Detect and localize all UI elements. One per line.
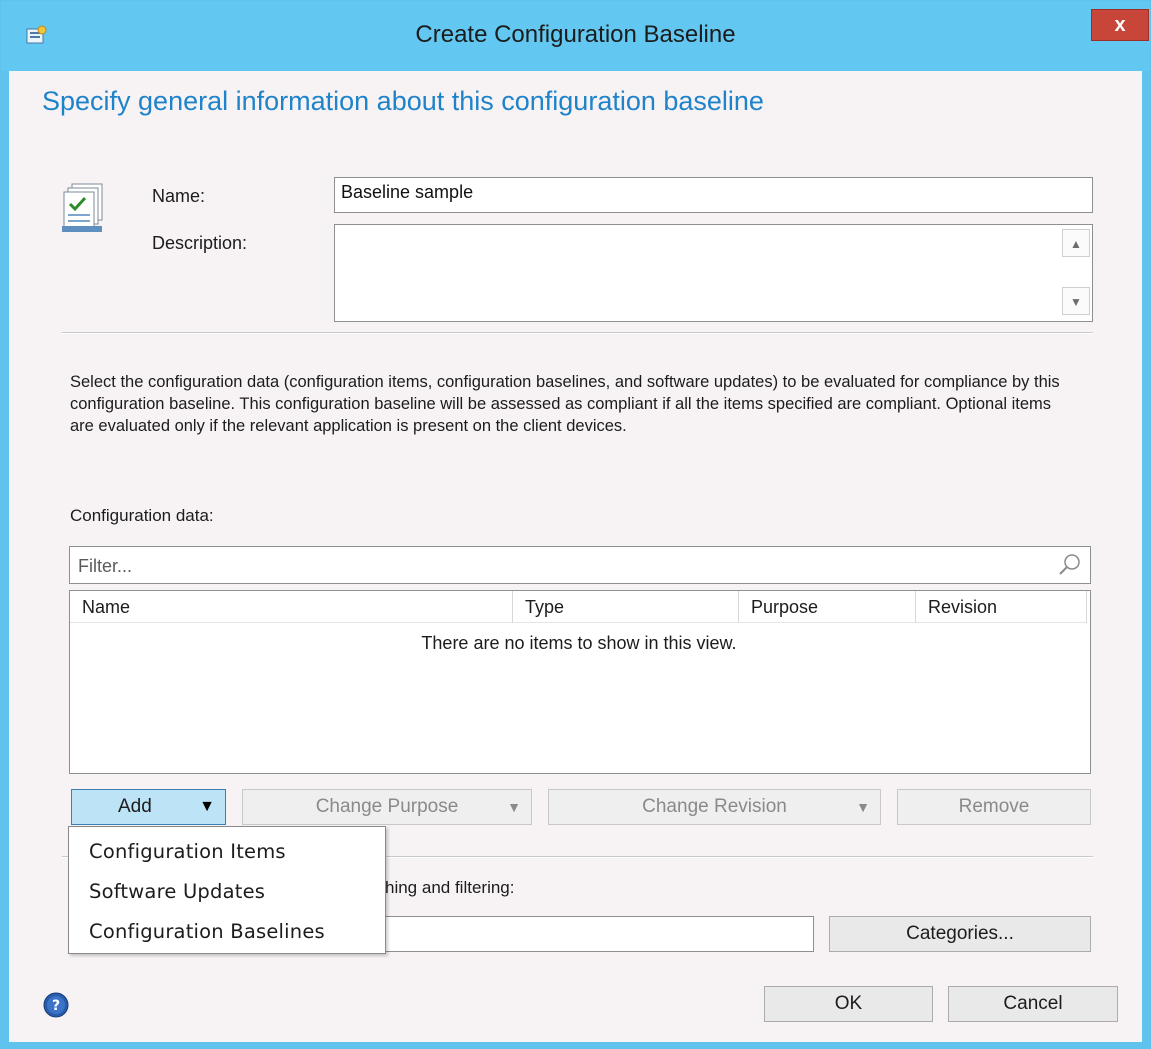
instructions-text: Select the configuration data (configura… — [70, 373, 1060, 435]
scroll-up-icon[interactable]: ▲ — [1062, 229, 1090, 257]
svg-text:?: ? — [52, 998, 60, 1014]
baseline-icon — [62, 183, 103, 232]
description-label: Description: — [152, 233, 248, 253]
dropdown-arrow-icon: ▼ — [199, 798, 215, 815]
dropdown-arrow-icon: ▼ — [856, 799, 870, 815]
description-field[interactable] — [334, 224, 1093, 322]
name-label: Name: — [152, 186, 206, 206]
column-header-type[interactable]: Type — [513, 591, 739, 623]
menu-item-configuration-items[interactable]: Configuration Items — [89, 840, 286, 863]
configuration-data-grid[interactable]: Name Type Purpose Revision There are no … — [69, 590, 1091, 774]
remove-button[interactable]: Remove — [897, 789, 1091, 825]
column-header-revision[interactable]: Revision — [916, 591, 1087, 623]
add-dropdown-menu: Configuration Items Software Updates Con… — [68, 826, 386, 954]
name-field[interactable]: Baseline sample — [334, 177, 1093, 213]
change-revision-label: Change Revision — [642, 796, 787, 817]
title-bar[interactable]: Create Configuration Baseline x — [1, 1, 1150, 71]
filter-box[interactable]: Filter... — [69, 546, 1091, 584]
ok-button[interactable]: OK — [764, 986, 933, 1022]
close-button[interactable]: x — [1091, 9, 1149, 41]
cancel-button[interactable]: Cancel — [948, 986, 1118, 1022]
separator-top — [62, 332, 1093, 334]
categories-button[interactable]: Categories... — [829, 916, 1091, 952]
page-heading: Specify general information about this c… — [42, 86, 764, 116]
column-header-name[interactable]: Name — [70, 591, 513, 623]
change-purpose-label: Change Purpose — [315, 796, 459, 817]
column-header-purpose[interactable]: Purpose — [739, 591, 916, 623]
change-revision-button[interactable]: Change Revision ▼ — [548, 789, 881, 825]
grid-header: Name Type Purpose Revision — [70, 591, 1088, 623]
description-scrollbar[interactable]: ▲ ▼ — [1062, 225, 1092, 321]
search-icon[interactable] — [1058, 553, 1082, 577]
menu-item-software-updates[interactable]: Software Updates — [89, 880, 265, 903]
add-button[interactable]: Add ▼ — [71, 789, 226, 825]
menu-item-configuration-baselines[interactable]: Configuration Baselines — [89, 920, 325, 943]
empty-message: There are no items to show in this view. — [421, 633, 737, 653]
categories-label: hing and filtering: — [385, 878, 515, 897]
filter-input[interactable]: Filter... — [78, 556, 132, 577]
add-button-label: Add — [118, 796, 152, 817]
change-purpose-button[interactable]: Change Purpose ▼ — [242, 789, 532, 825]
categories-field[interactable] — [360, 916, 814, 952]
scroll-down-icon[interactable]: ▼ — [1062, 287, 1090, 315]
configuration-data-label: Configuration data: — [70, 506, 214, 525]
dropdown-arrow-icon: ▼ — [507, 799, 521, 815]
help-icon[interactable]: ? — [42, 991, 70, 1019]
window-title: Create Configuration Baseline — [415, 21, 736, 48]
